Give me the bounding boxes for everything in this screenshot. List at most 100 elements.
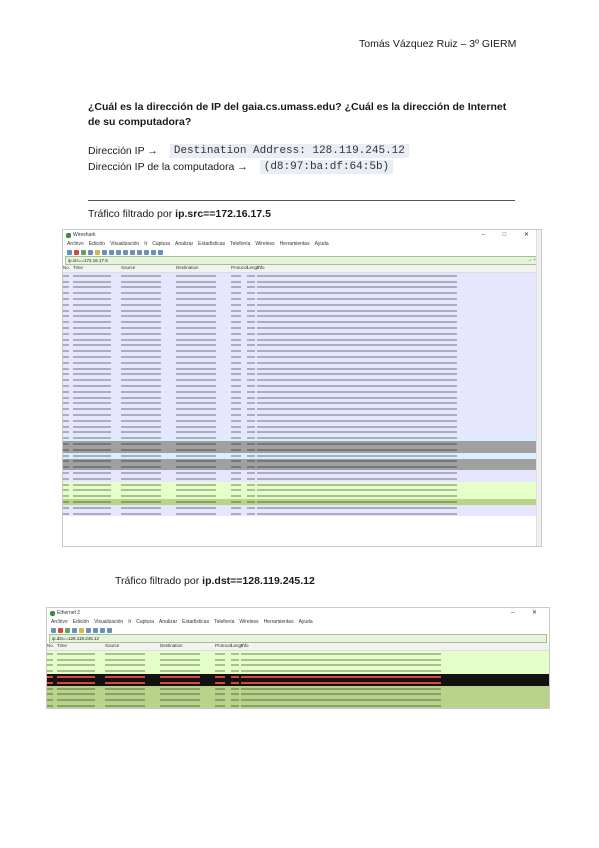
ws2-menubar: Archivo Edición Visualización Ir Captura Anal… <box>47 618 549 626</box>
illegible-text <box>231 367 241 370</box>
menu-item[interactable]: Wireless <box>239 619 258 625</box>
menu-item[interactable]: Analizar <box>175 241 193 247</box>
ws2-display-filter[interactable]: ip.dst==128.119.245.12 <box>49 634 547 643</box>
menu-item[interactable]: Visualización <box>110 241 139 247</box>
zoom-out-icon[interactable] <box>107 627 112 633</box>
zoom-out-icon[interactable] <box>158 249 163 255</box>
ws1-scrollbar[interactable] <box>536 230 541 546</box>
column-header[interactable]: Protocol <box>215 643 232 650</box>
column-header[interactable]: Source <box>105 643 160 650</box>
illegible-text <box>160 676 200 679</box>
illegible-text <box>73 280 111 283</box>
ws1-display-filter[interactable]: ip.src==172.16.17.5 → + <box>65 256 539 265</box>
illegible-text <box>176 414 216 417</box>
menu-item[interactable]: Ir <box>144 241 147 247</box>
column-header[interactable]: No. <box>63 265 73 272</box>
menu-item[interactable]: Herramientas <box>264 619 294 625</box>
reload-icon[interactable] <box>116 249 121 255</box>
illegible-text <box>63 309 69 312</box>
illegible-text <box>231 286 241 289</box>
illegible-text <box>73 414 111 417</box>
restart-capture-icon[interactable] <box>81 249 86 255</box>
back-icon[interactable] <box>130 249 135 255</box>
ws2-titlebar: Ethernet 2 – ✕ <box>47 608 549 618</box>
illegible-text <box>176 356 216 359</box>
column-header[interactable]: Info <box>241 643 549 650</box>
zoom-in-icon[interactable] <box>100 627 105 633</box>
forward-icon[interactable] <box>137 249 142 255</box>
illegible-text <box>257 373 457 376</box>
menu-item[interactable]: Edición <box>73 619 89 625</box>
column-header[interactable]: No. <box>47 643 57 650</box>
menu-item[interactable]: Edición <box>89 241 105 247</box>
column-header[interactable]: Info <box>257 265 541 272</box>
illegible-text <box>63 506 69 509</box>
column-header[interactable]: Source <box>121 265 176 272</box>
column-header[interactable]: Protocol <box>231 265 248 272</box>
illegible-text <box>231 483 241 486</box>
menu-item[interactable]: Telefonía <box>214 619 234 625</box>
open-file-icon[interactable] <box>95 249 100 255</box>
menu-item[interactable]: Wireless <box>255 241 274 247</box>
open-file-icon[interactable] <box>79 627 84 633</box>
section1-prefix: Tráfico filtrado por <box>88 208 176 220</box>
illegible-text <box>160 681 200 684</box>
illegible-text <box>257 408 457 411</box>
menu-item[interactable]: Estadísticas <box>198 241 225 247</box>
options-icon[interactable] <box>88 249 93 255</box>
ws1-packet-header: No. Time Source Destination Protocol Length In… <box>63 265 541 273</box>
illegible-text <box>257 315 457 318</box>
illegible-text <box>241 687 441 690</box>
illegible-text <box>73 315 111 318</box>
menu-item[interactable]: Visualización <box>94 619 123 625</box>
ws1-window-controls[interactable]: – □ ✕ <box>482 231 537 238</box>
illegible-text <box>73 373 111 376</box>
save-file-icon[interactable] <box>86 627 91 633</box>
save-file-icon[interactable] <box>102 249 107 255</box>
illegible-text <box>257 437 457 440</box>
menu-item[interactable]: Ir <box>128 619 131 625</box>
illegible-text <box>63 373 69 376</box>
illegible-text <box>73 367 111 370</box>
ws1-filter-apply[interactable]: → + <box>528 257 536 262</box>
column-header[interactable]: Destination <box>176 265 231 272</box>
column-header[interactable]: Length <box>247 265 261 272</box>
illegible-text <box>231 338 241 341</box>
ws2-window-controls[interactable]: – ✕ <box>511 609 545 616</box>
close-file-icon[interactable] <box>109 249 114 255</box>
find-icon[interactable] <box>123 249 128 255</box>
start-capture-icon[interactable] <box>51 627 56 633</box>
illegible-text <box>257 500 457 503</box>
zoom-in-icon[interactable] <box>151 249 156 255</box>
options-icon[interactable] <box>72 627 77 633</box>
restart-capture-icon[interactable] <box>65 627 70 633</box>
illegible-text <box>247 402 255 405</box>
column-header[interactable]: Destination <box>160 643 215 650</box>
stop-capture-icon[interactable] <box>74 249 79 255</box>
illegible-text <box>63 338 69 341</box>
column-header[interactable]: Length <box>231 643 245 650</box>
menu-item[interactable]: Ayuda <box>315 241 329 247</box>
illegible-text <box>47 664 53 667</box>
illegible-text <box>247 390 255 393</box>
start-capture-icon[interactable] <box>67 249 72 255</box>
column-header[interactable]: Time <box>73 265 121 272</box>
menu-item[interactable]: Captura <box>152 241 170 247</box>
menu-item[interactable]: Archivo <box>51 619 68 625</box>
column-header[interactable]: Time <box>57 643 105 650</box>
ws2-filter-text: ip.dst==128.119.245.12 <box>52 636 99 641</box>
menu-item[interactable]: Archivo <box>67 241 84 247</box>
illegible-text <box>247 315 255 318</box>
menu-item[interactable]: Analizar <box>159 619 177 625</box>
illegible-text <box>176 332 216 335</box>
stop-capture-icon[interactable] <box>58 627 63 633</box>
menu-item[interactable]: Herramientas <box>280 241 310 247</box>
find-icon[interactable] <box>93 627 98 633</box>
illegible-text <box>231 425 241 428</box>
menu-item[interactable]: Captura <box>136 619 154 625</box>
menu-item[interactable]: Ayuda <box>299 619 313 625</box>
menu-item[interactable]: Estadísticas <box>182 619 209 625</box>
menu-item[interactable]: Telefonía <box>230 241 250 247</box>
packet-row[interactable] <box>63 510 541 517</box>
goto-icon[interactable] <box>144 249 149 255</box>
